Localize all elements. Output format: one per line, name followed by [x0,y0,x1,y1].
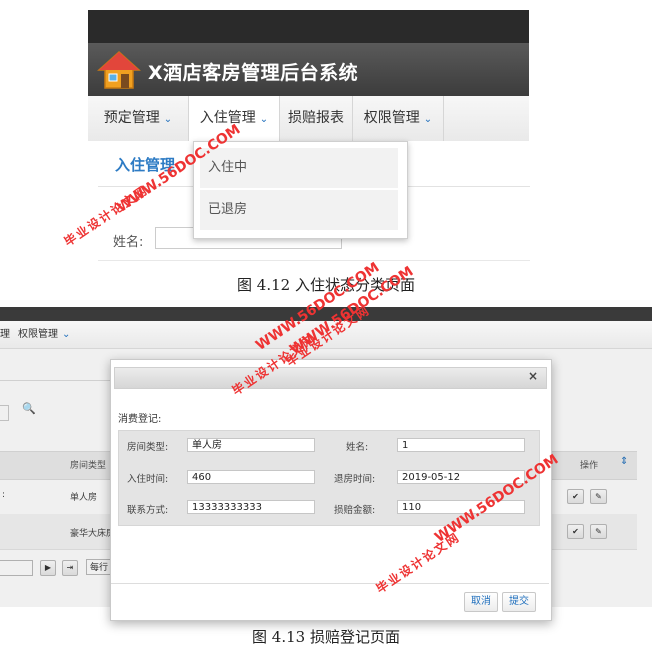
checkin-time-field[interactable]: 460 [187,470,315,484]
contact-label: 联系方式: [127,505,169,516]
cancel-button[interactable]: 取消 [464,592,498,612]
app-title: X酒店客房管理后台系统 [148,62,359,84]
nav-label: 权限管理 [18,329,58,340]
damage-amount-label: 损赔金额: [334,505,376,516]
top-bar [88,10,529,43]
chevron-down-icon: ⌄ [163,114,173,125]
chevron-down-icon: ⌄ [259,114,269,125]
nav-label: 权限管理 [363,110,420,126]
room-type-field[interactable]: 单人房 [187,438,315,452]
modal-section-label: 消费登记: [118,414,162,425]
chevron-down-icon: ⌄ [423,114,433,125]
checkout-time-field[interactable]: 2019-05-12 [397,470,525,484]
damage-amount-field[interactable]: 110 [397,500,525,514]
contact-field[interactable]: 13333333333 [187,500,315,514]
menu-item-checked-in[interactable]: 入住中 [200,148,398,188]
nav-label: 预定管理 [103,110,160,126]
name-label: 姓名: [113,235,144,250]
divider [111,583,549,584]
top-bar [0,307,652,321]
house-logo-icon [97,50,141,89]
nav-item-partial[interactable]: 理 [0,321,10,348]
nav-label: 损赔报表 [288,110,344,126]
nav-item-permissions[interactable]: 权限管理 ⌄ [18,321,70,348]
main-nav [0,321,652,349]
nav-label: 入住管理 [199,110,256,126]
figure-caption: 图 4.12 入住状态分类页面 [237,276,415,294]
checkin-dropdown-menu: 入住中 已退房 [193,141,408,239]
nav-item-damage-report[interactable]: 损赔报表 [280,96,353,141]
guest-name-label: 姓名: [346,442,369,453]
menu-item-checked-out[interactable]: 已退房 [200,190,398,230]
modal-header [114,367,547,389]
close-icon[interactable]: × [528,369,538,383]
nav-item-booking[interactable]: 预定管理 ⌄ [88,96,189,141]
checkout-time-label: 退房时间: [334,474,376,485]
nav-item-permissions[interactable]: 权限管理 ⌄ [353,96,444,141]
divider [98,260,530,261]
figure-caption: 图 4.13 损赔登记页面 [252,628,400,646]
chevron-down-icon: ⌄ [62,329,71,340]
submit-button[interactable]: 提交 [502,592,536,612]
checkin-time-label: 入住时间: [127,474,169,485]
room-type-label: 房间类型: [127,442,169,453]
guest-name-field[interactable]: 1 [397,438,525,452]
section-title: 入住管理 [115,156,176,174]
nav-item-checkin[interactable]: 入住管理 ⌄ [189,96,280,142]
